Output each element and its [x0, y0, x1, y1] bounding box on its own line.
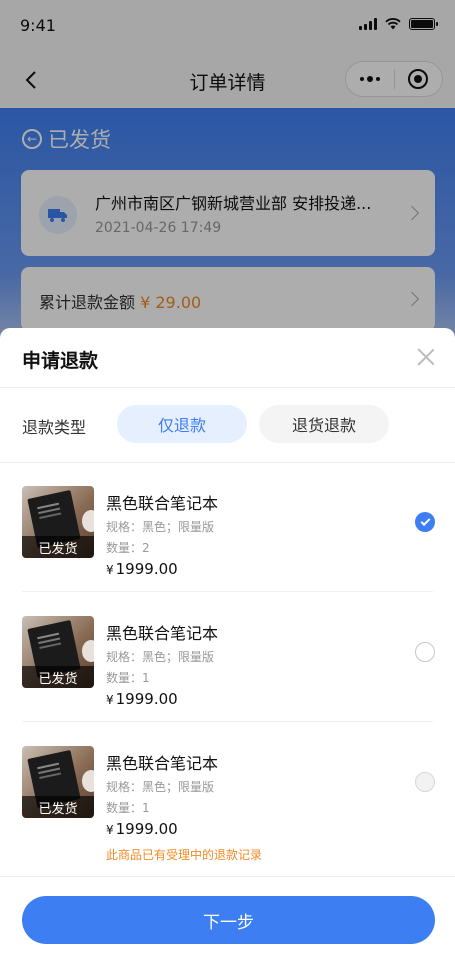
list-item[interactable]: 已发货 黑色联合笔记本 规格：黑色；限量版 数量：1 ¥1999.00 此商品已…: [0, 722, 455, 876]
list-item[interactable]: 已发货 黑色联合笔记本 规格：黑色；限量版 数量：1 ¥1999.00: [0, 592, 455, 722]
product-quantity: 数量：1: [106, 671, 150, 685]
product-name: 黑色联合笔记本: [106, 494, 219, 513]
product-quantity: 数量：2: [106, 541, 150, 555]
product-image: 已发货: [22, 486, 94, 558]
refund-pending-note: 此商品已有受理中的退款记录: [106, 848, 263, 862]
item-checkbox[interactable]: [415, 642, 435, 662]
product-name: 黑色联合笔记本: [106, 754, 219, 773]
item-checkbox-checked[interactable]: [415, 512, 435, 532]
shipped-tag: 已发货: [22, 796, 94, 818]
refund-sheet: 申请退款 退款类型 仅退款 退货退款 已发货 黑色联合笔记本 规格：黑色；限量版…: [0, 328, 455, 964]
shipped-tag: 已发货: [22, 536, 94, 558]
refund-type-return-refund[interactable]: 退货退款: [259, 405, 389, 443]
product-quantity: 数量：1: [106, 801, 150, 815]
product-price: ¥1999.00: [106, 820, 178, 838]
close-icon[interactable]: [417, 348, 435, 366]
product-image: 已发货: [22, 746, 94, 818]
item-checkbox-disabled: [415, 772, 435, 792]
product-price: ¥1999.00: [106, 690, 178, 708]
checkmark-icon: [420, 515, 430, 526]
list-item[interactable]: 已发货 黑色联合笔记本 规格：黑色；限量版 数量：2 ¥1999.00: [0, 462, 455, 592]
product-spec: 规格：黑色；限量版: [106, 650, 215, 664]
refund-type-label: 退款类型: [22, 418, 87, 437]
product-spec: 规格：黑色；限量版: [106, 780, 215, 794]
refund-type-refund-only[interactable]: 仅退款: [117, 405, 247, 443]
product-image: 已发货: [22, 616, 94, 688]
shipped-tag: 已发货: [22, 666, 94, 688]
product-price: ¥1999.00: [106, 560, 178, 578]
product-name: 黑色联合笔记本: [106, 624, 219, 643]
sheet-title: 申请退款: [22, 350, 99, 372]
product-spec: 规格：黑色；限量版: [106, 520, 215, 534]
next-step-button[interactable]: 下一步: [22, 896, 435, 944]
